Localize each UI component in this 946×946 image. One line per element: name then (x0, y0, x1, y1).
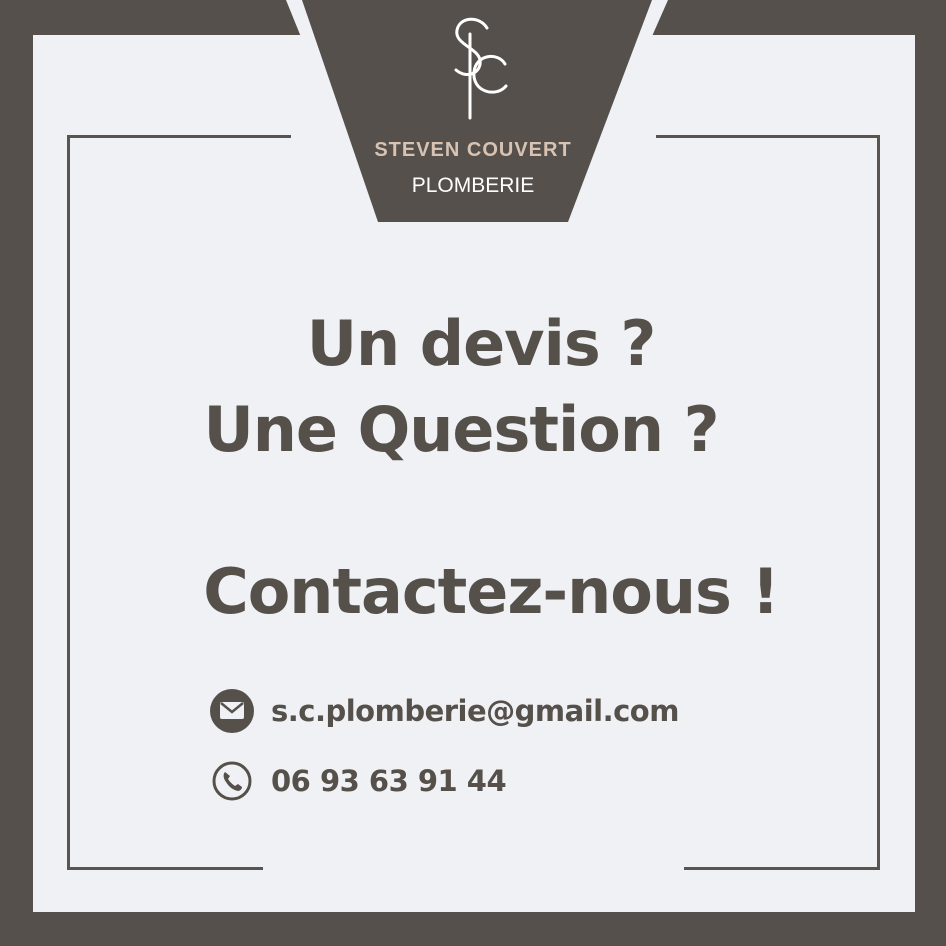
headline-line-1: Un devis ? (306, 307, 657, 380)
headline-line-2: Une Question ? (203, 393, 719, 466)
brand-tagline: PLOMBERIE (411, 174, 535, 197)
headline-line-3: Contactez-nous ! (203, 555, 780, 628)
brand-name: STEVEN COUVERT (374, 139, 572, 161)
phone-link[interactable]: 06 93 63 91 44 (271, 764, 507, 798)
phone-icon (211, 760, 253, 802)
email-link[interactable]: s.c.plomberie@gmail.com (271, 694, 679, 728)
phone-row[interactable]: 06 93 63 91 44 (209, 760, 507, 802)
email-row[interactable]: s.c.plomberie@gmail.com (209, 688, 679, 734)
envelope-icon (209, 688, 255, 734)
